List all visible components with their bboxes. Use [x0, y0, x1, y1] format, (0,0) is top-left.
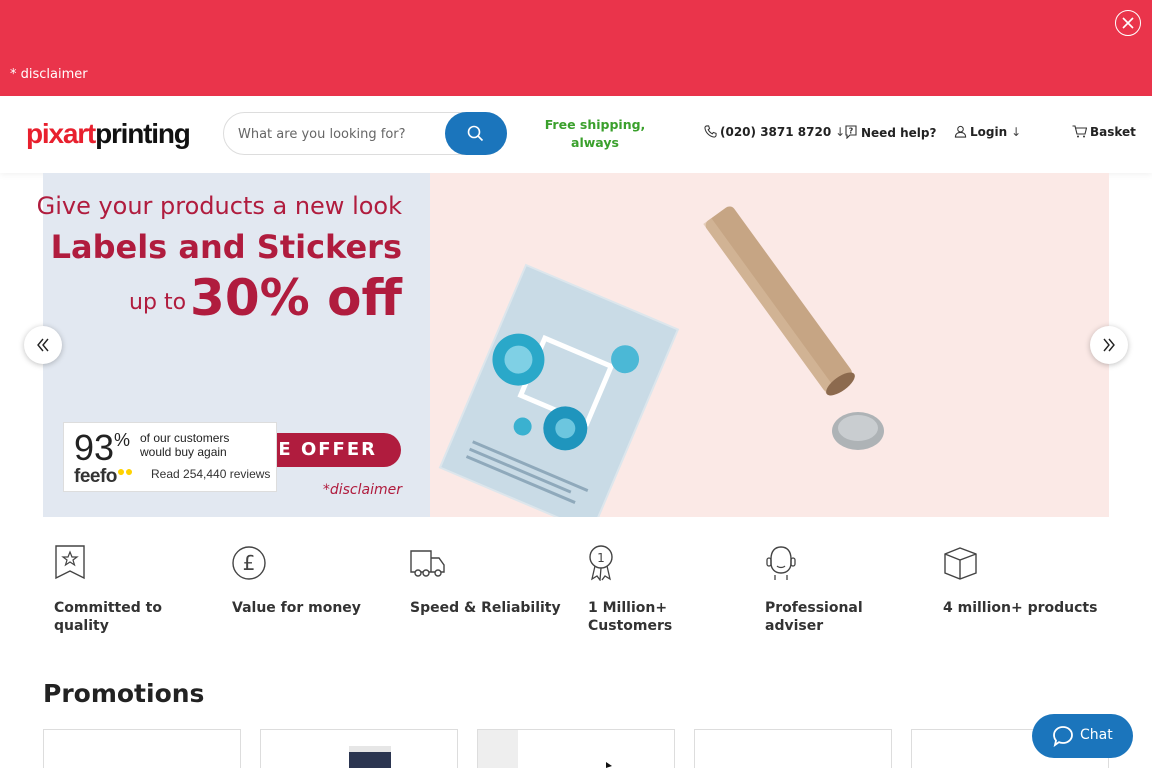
svg-text:1: 1: [597, 551, 605, 565]
feature-quality: Committed to quality: [54, 545, 214, 635]
top-promo-banner: * disclaimer: [0, 0, 1152, 96]
svg-text:?: ?: [849, 127, 854, 136]
feefo-reviews-link[interactable]: Read 254,440 reviews: [151, 467, 270, 481]
pound-icon: £: [232, 546, 266, 580]
search-bar: [223, 112, 507, 155]
feefo-logo: feefo●●: [74, 463, 133, 487]
label-rolls-image: [349, 746, 391, 768]
site-header: pixartprinting Free shipping, always (02…: [0, 96, 1152, 173]
carousel-next-button[interactable]: [1090, 326, 1128, 364]
double-chevron-right-icon: [1103, 338, 1115, 352]
banner-disclaimer-link[interactable]: * disclaimer: [10, 67, 88, 82]
chat-bubble-icon: [1053, 726, 1073, 747]
help-link[interactable]: ? Need help?: [844, 125, 936, 140]
promo-card[interactable]: [43, 729, 241, 768]
phone-number: (020) 3871 8720: [720, 125, 832, 139]
hero-tagline: Give your products a new look: [36, 192, 402, 220]
chat-button[interactable]: Chat: [1032, 714, 1133, 758]
help-label: Need help?: [861, 126, 937, 140]
feature-adviser: Professional adviser: [765, 545, 925, 635]
login-link[interactable]: Login ↓: [954, 125, 1021, 139]
star-badge-icon: [55, 545, 85, 580]
feefo-rating-badge[interactable]: 93% of our customers would buy again fee…: [63, 422, 277, 492]
carousel-prev-button[interactable]: [24, 326, 62, 364]
phone-link[interactable]: (020) 3871 8720 ↓: [704, 125, 845, 139]
phone-icon: [704, 125, 717, 138]
feature-value: £ Value for money: [232, 545, 392, 617]
medal-icon: 1: [589, 545, 613, 582]
promo-card[interactable]: [694, 729, 892, 768]
cart-icon: [1072, 125, 1088, 138]
search-button[interactable]: [445, 112, 507, 155]
feature-speed: Speed & Reliability: [410, 545, 570, 617]
pixartprinting-logo[interactable]: pixartprinting: [26, 120, 191, 148]
hero-disclaimer-link[interactable]: *disclaimer: [323, 482, 402, 498]
promo-card[interactable]: [477, 729, 675, 768]
feefo-text: of our customers would buy again: [140, 431, 230, 459]
hero-discount: up to30% off: [129, 269, 402, 327]
free-shipping-notice: Free shipping, always: [544, 117, 646, 150]
basket-link[interactable]: Basket: [1072, 125, 1136, 139]
basket-label: Basket: [1090, 125, 1136, 139]
truck-icon: [410, 550, 445, 577]
chat-label: Chat: [1080, 727, 1113, 743]
promo-product-image: [478, 730, 612, 768]
arrow-down-icon: ↓: [1011, 125, 1022, 139]
poster-and-tube-illustration: [438, 206, 884, 534]
close-icon: [1122, 17, 1134, 29]
feature-products: 4 million+ products: [943, 545, 1103, 617]
hero-headline: Labels and Stickers: [50, 228, 402, 266]
feature-customers: 1 1 Million+ Customers: [588, 545, 748, 635]
promotions-heading: Promotions: [43, 679, 205, 708]
help-icon: ?: [845, 125, 857, 140]
svg-text:£: £: [243, 551, 256, 575]
promo-card[interactable]: [260, 729, 458, 768]
login-label: Login: [970, 125, 1008, 139]
search-input[interactable]: [238, 124, 438, 144]
double-chevron-left-icon: [37, 338, 49, 352]
adviser-icon: [766, 546, 796, 580]
close-banner-button[interactable]: [1115, 10, 1141, 36]
hero-image: [430, 173, 1109, 534]
search-icon: [467, 125, 484, 142]
user-icon: [954, 125, 967, 138]
box-icon: [944, 547, 977, 580]
